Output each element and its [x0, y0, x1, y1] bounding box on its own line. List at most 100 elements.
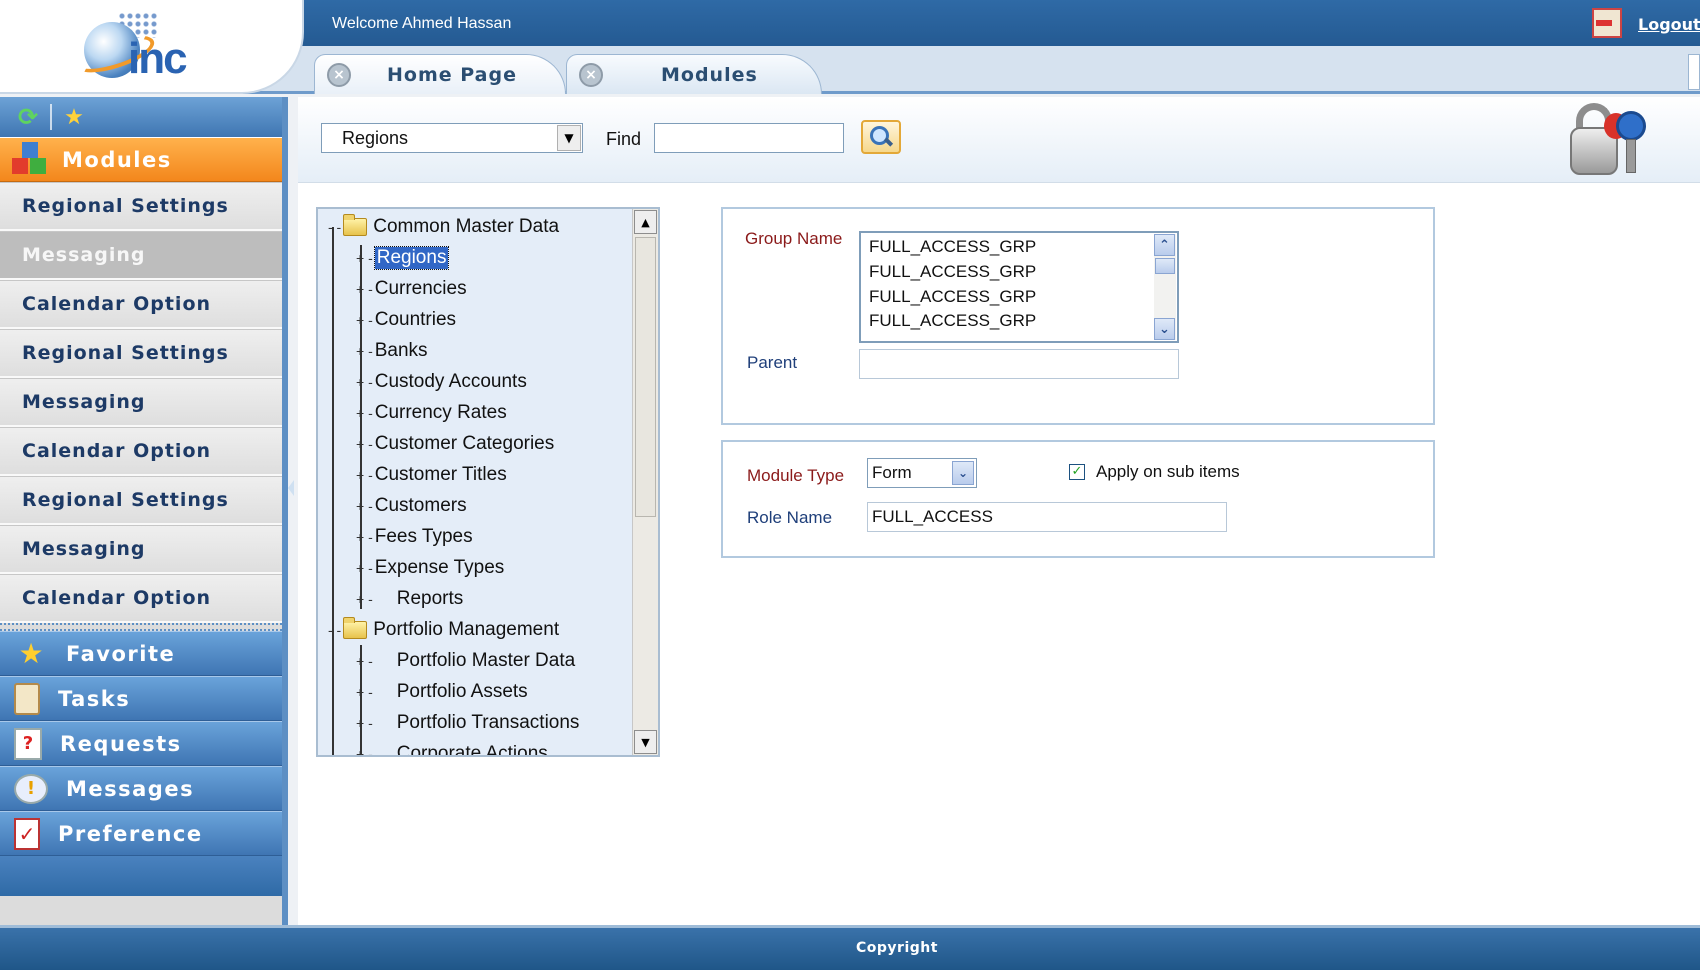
modules-label: Modules [62, 147, 172, 172]
collapse-sidebar-icon[interactable] [288, 480, 294, 496]
group-scrollbar[interactable]: ⌃ ⌄ [1154, 234, 1176, 340]
apply-sub-items-checkbox[interactable]: ✓ [1069, 464, 1085, 480]
module-type-select[interactable]: Form ⌄ [867, 458, 977, 488]
tree-item-label: Currency Rates [374, 401, 507, 423]
tree-expander-icon[interactable]: + - [356, 498, 373, 514]
tree-item[interactable]: + - Currency Rates [356, 397, 507, 428]
tree-item[interactable]: + - Customer Categories [356, 428, 554, 459]
tree-item[interactable]: + - Expense Types [356, 552, 504, 583]
sidebar-item-calendar-option[interactable]: Calendar Option [0, 574, 282, 623]
tree-item[interactable]: + - Customers [356, 490, 467, 521]
scroll-up-icon[interactable]: ▲ [634, 210, 657, 234]
tree-expander-icon[interactable]: + - [356, 560, 373, 576]
tree-item-label: Fees Types [374, 525, 473, 547]
tree-item[interactable]: + - Reports [356, 583, 463, 614]
tree-item-label: Countries [374, 308, 457, 330]
tree-item-label: Custody Accounts [374, 370, 527, 392]
sidebar-item-messaging[interactable]: Messaging [0, 231, 282, 280]
refresh-icon[interactable]: ⟳ [16, 103, 40, 131]
parent-field[interactable] [859, 349, 1179, 379]
close-tab-icon[interactable]: × [579, 62, 603, 87]
role-name-field[interactable]: FULL_ACCESS [867, 502, 1227, 532]
list-item[interactable]: FULL_ACCESS_GRP [869, 311, 1036, 331]
sidebar-item-regional-settings[interactable]: Regional Settings [0, 182, 282, 231]
tree-expander-icon[interactable]: - - [328, 622, 341, 638]
tree-item[interactable]: + - Regions [356, 242, 450, 273]
tab-scroll-button[interactable] [1688, 54, 1700, 90]
tree-expander-icon[interactable]: + - [356, 529, 373, 545]
tree-folder[interactable]: - - Portfolio Management [328, 614, 559, 645]
tree-folder[interactable]: - - Common Master Data [328, 211, 559, 242]
folder-icon [343, 616, 368, 639]
tree-item[interactable]: + - Corporate Actions [356, 738, 548, 756]
logout-icon[interactable] [1592, 8, 1622, 38]
tree-item[interactable]: + - Portfolio Assets [356, 676, 528, 707]
sidebar-item-calendar-option[interactable]: Calendar Option [0, 280, 282, 329]
tree-scrollbar[interactable]: ▲ ▼ [632, 209, 658, 755]
modules-header[interactable]: Modules [0, 137, 282, 182]
tab-home-page[interactable]: × Home Page [314, 54, 566, 94]
logout-link[interactable]: Logout [1638, 15, 1700, 34]
tree-expander-icon[interactable]: + - [356, 436, 373, 452]
search-button[interactable] [861, 120, 901, 154]
category-select[interactable]: Regions ▼ [321, 123, 583, 153]
copyright-text: Copyright [856, 940, 938, 956]
tab-modules[interactable]: × Modules [566, 54, 822, 94]
tree-expander-icon[interactable]: + - [356, 653, 373, 669]
tree-item-label: Portfolio Management [373, 618, 560, 640]
tree-expander-icon[interactable]: + - [356, 746, 373, 756]
nav-requests[interactable]: ? Requests [0, 721, 282, 766]
scroll-thumb[interactable] [1155, 258, 1175, 274]
nav-favorite[interactable]: ★ Favorite [0, 631, 282, 676]
tree-item-label: Regions [373, 245, 450, 270]
tree-expander-icon[interactable]: + - [356, 343, 373, 359]
lock-keys-icon [1568, 103, 1668, 179]
footer: Copyright [0, 925, 1700, 970]
tree-expander-icon[interactable]: + - [356, 312, 373, 328]
tree-expander-icon[interactable]: + - [356, 405, 373, 421]
chevron-down-icon[interactable]: ⌄ [1154, 318, 1175, 340]
find-label: Find [606, 129, 642, 149]
tree-expander-icon[interactable]: + - [356, 684, 373, 700]
tree-item[interactable]: + - Customer Titles [356, 459, 507, 490]
tree-expander-icon[interactable]: + - [356, 281, 373, 297]
tree-item[interactable]: + - Currencies [356, 273, 467, 304]
tree-expander-icon[interactable]: + - [356, 250, 373, 266]
chevron-up-icon[interactable]: ⌃ [1154, 234, 1175, 256]
module-tree: - - Common Master Data + - Regions + - Curren… [316, 207, 660, 757]
tree-item[interactable]: + - Fees Types [356, 521, 473, 552]
sidebar-item-regional-settings[interactable]: Regional Settings [0, 476, 282, 525]
nav-messages[interactable]: ! Messages [0, 766, 282, 811]
scroll-down-icon[interactable]: ▼ [634, 730, 657, 754]
find-input[interactable] [654, 123, 844, 153]
nav-tasks[interactable]: Tasks [0, 676, 282, 721]
nav-preference[interactable]: ✓ Preference [0, 811, 282, 856]
sidebar-item-messaging[interactable]: Messaging [0, 378, 282, 427]
tree-item-label: Reports [396, 587, 464, 609]
group-name-listbox[interactable]: FULL_ACCESS_GRP FULL_ACCESS_GRP FULL_ACC… [859, 231, 1179, 343]
list-item[interactable]: FULL_ACCESS_GRP [869, 287, 1036, 307]
modules-cubes-icon [12, 141, 48, 178]
tree-item[interactable]: + - Custody Accounts [356, 366, 527, 397]
tree-item[interactable]: + - Portfolio Transactions [356, 707, 579, 738]
tree-expander-icon[interactable]: + - [356, 374, 373, 390]
tree-expander-icon[interactable]: - - [328, 219, 341, 235]
sidebar-item-messaging[interactable]: Messaging [0, 525, 282, 574]
tree-expander-icon[interactable]: + - [356, 591, 373, 607]
list-item[interactable]: FULL_ACCESS_GRP [869, 237, 1036, 257]
sidebar-item-calendar-option[interactable]: Calendar Option [0, 427, 282, 476]
apply-sub-items-label: Apply on sub items [1096, 462, 1240, 481]
dropdown-arrow-icon[interactable]: ▼ [557, 125, 581, 151]
sidebar-item-regional-settings[interactable]: Regional Settings [0, 329, 282, 378]
tree-item[interactable]: + - Portfolio Master Data [356, 645, 575, 676]
list-item[interactable]: FULL_ACCESS_GRP [869, 262, 1036, 282]
add-favorite-icon[interactable]: ★ [62, 105, 86, 130]
chevron-down-icon[interactable]: ⌄ [952, 461, 974, 485]
tree-expander-icon[interactable]: + - [356, 715, 373, 731]
close-tab-icon[interactable]: × [327, 62, 351, 87]
scroll-thumb[interactable] [635, 237, 656, 517]
tree-item[interactable]: + - Banks [356, 335, 428, 366]
tree-expander-icon[interactable]: + - [356, 467, 373, 483]
filter-bar: Regions ▼ Find [298, 97, 1700, 183]
tree-item[interactable]: + - Countries [356, 304, 456, 335]
